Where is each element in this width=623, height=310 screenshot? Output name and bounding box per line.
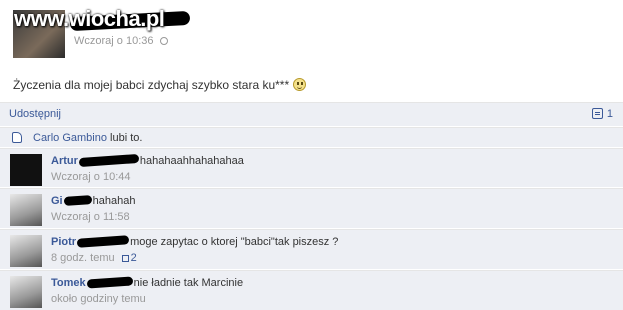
- comment-line: Artur hahahaahhahahahaa: [51, 153, 244, 168]
- likes-row: Carlo Gambino lubi to.: [0, 127, 623, 147]
- post-body: Życzenia dla mojej babci zdychaj szybko …: [13, 78, 307, 92]
- comment-meta: Wczoraj o 11:58: [51, 211, 130, 223]
- avatar[interactable]: [10, 276, 42, 308]
- liker-name[interactable]: Carlo Gambino: [33, 132, 107, 144]
- comment-text: hahahah: [92, 195, 136, 207]
- comment-time[interactable]: 8 godz. temu: [51, 252, 115, 264]
- comments-count[interactable]: 1: [591, 108, 613, 120]
- comment-text: hahahaahhahahahaa: [139, 155, 244, 167]
- comment-count-value: 1: [606, 108, 613, 120]
- comment-text: moge zapytac o ktorej "babci"tak piszesz…: [130, 236, 339, 248]
- redacted-name: [76, 235, 130, 248]
- smiley-icon: [293, 78, 307, 91]
- likes-text: Carlo Gambino lubi to.: [33, 132, 142, 144]
- comment-item: Tomek nie ładnie tak Marcinie około godzi…: [0, 270, 623, 310]
- comment-meta: około godziny temu: [51, 293, 146, 305]
- redacted-name: [86, 276, 133, 289]
- post-header: www.wiocha.pl Wczoraj o 10:36: [0, 0, 623, 62]
- avatar[interactable]: [10, 194, 42, 226]
- comment-time[interactable]: około godziny temu: [51, 293, 146, 305]
- comment-author[interactable]: Artur: [51, 155, 78, 167]
- share-link[interactable]: Udostępnij: [9, 108, 61, 120]
- post-text: Życzenia dla mojej babci zdychaj szybko …: [13, 78, 290, 92]
- comment-author[interactable]: Tomek: [51, 277, 86, 289]
- globe-icon: [159, 37, 168, 46]
- avatar[interactable]: [10, 154, 42, 186]
- comment-author[interactable]: Gi: [51, 195, 63, 207]
- thumbs-up-icon: [121, 255, 129, 262]
- comment-time[interactable]: Wczoraj o 10:44: [51, 171, 130, 183]
- post-timestamp[interactable]: Wczoraj o 10:36: [74, 35, 168, 47]
- thumbs-up-icon: [12, 132, 22, 143]
- redacted-name: [63, 195, 92, 206]
- comment-item: Artur hahahaahhahahahaa Wczoraj o 10:44: [0, 148, 623, 187]
- comment-line: Gi hahahah: [51, 195, 135, 207]
- comment-meta: 8 godz. temu 2: [51, 252, 137, 264]
- comment-author[interactable]: Piotr: [51, 236, 76, 248]
- comment-item: Piotr moge zapytac o ktorej "babci"tak pi…: [0, 229, 623, 269]
- action-bar: Udostępnij 1: [0, 102, 623, 126]
- comment-line: Tomek nie ładnie tak Marcinie: [51, 276, 244, 289]
- comment-time[interactable]: Wczoraj o 11:58: [51, 211, 130, 223]
- comment-icon: [591, 108, 603, 119]
- comment-line: Piotr moge zapytac o ktorej "babci"tak pi…: [51, 235, 339, 248]
- timestamp-text[interactable]: Wczoraj o 10:36: [74, 35, 153, 47]
- watermark: www.wiocha.pl: [14, 6, 165, 31]
- likes-suffix: lubi to.: [110, 132, 143, 144]
- redacted-name: [78, 153, 140, 168]
- comment-text: nie ładnie tak Marcinie: [133, 277, 244, 289]
- avatar[interactable]: [10, 235, 42, 267]
- comment-like-count[interactable]: 2: [121, 252, 137, 264]
- comment-meta: Wczoraj o 10:44: [51, 171, 130, 183]
- like-count-value: 2: [130, 252, 137, 264]
- comment-item: Gi hahahah Wczoraj o 11:58: [0, 188, 623, 228]
